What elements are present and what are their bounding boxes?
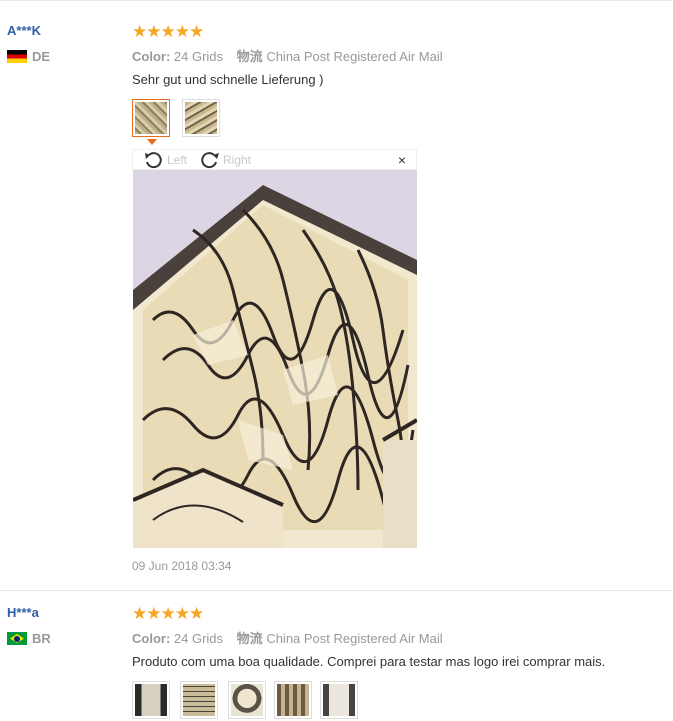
rotate-right-icon (201, 152, 219, 169)
review-photo-thumbnail[interactable] (132, 681, 170, 719)
color-label: Color: (132, 631, 171, 646)
star-rating: ★★★★★ (132, 604, 204, 623)
review-photo-thumbnail[interactable] (182, 99, 220, 137)
rotate-left-label: Left (167, 153, 188, 167)
close-icon[interactable]: × (398, 152, 406, 168)
review-photo-large[interactable] (133, 170, 417, 548)
rotate-right-button[interactable]: Right (199, 151, 251, 169)
review-photo-thumbnail[interactable] (228, 681, 266, 719)
review-photo-thumbnail[interactable] (320, 681, 358, 719)
review-photo-thumbnail[interactable] (132, 99, 170, 137)
review-photo-thumbnail[interactable] (180, 681, 218, 719)
photo-viewer-toolbar: Left Right × (132, 149, 417, 170)
flag-de-icon (7, 50, 27, 63)
order-info: Color: 24 Grids 物流 China Post Registered… (132, 46, 662, 65)
order-info: Color: 24 Grids 物流 China Post Registered… (132, 628, 662, 647)
organizer-photo (133, 170, 417, 548)
rotate-left-icon (145, 152, 162, 169)
shipping-label: 物流 (236, 49, 263, 64)
rotate-right-label: Right (223, 153, 252, 167)
color-value: 24 Grids (173, 49, 224, 64)
reviewer-country: BR (7, 631, 51, 646)
shipping-value: China Post Registered Air Mail (266, 49, 443, 64)
flag-br-icon (7, 632, 27, 645)
color-label: Color: (132, 49, 171, 64)
reviewer-name[interactable]: A***K (7, 23, 41, 38)
country-code: BR (32, 631, 51, 646)
rotate-left-button[interactable]: Left (143, 151, 187, 169)
shipping-value: China Post Registered Air Mail (266, 631, 443, 646)
star-rating: ★★★★★ (132, 22, 204, 41)
review-photo-thumbnail[interactable] (274, 681, 312, 719)
review-text: Produto com uma boa qualidade. Comprei p… (132, 654, 606, 669)
review-card: H***a BR ★★★★★ Color: 24 Grids 物流 China … (0, 590, 673, 721)
review-text: Sehr gut und schnelle Lieferung ) (132, 72, 324, 87)
reviewer-country: DE (7, 49, 50, 64)
review-card: A***K DE ★★★★★ Color: 24 Grids 物流 China … (0, 0, 673, 591)
country-code: DE (32, 49, 51, 64)
active-thumbnail-caret (147, 139, 157, 145)
review-date: 09 Jun 2018 03:34 (132, 559, 232, 573)
shipping-label: 物流 (236, 631, 263, 646)
color-value: 24 Grids (173, 631, 224, 646)
reviewer-name[interactable]: H***a (7, 605, 39, 620)
